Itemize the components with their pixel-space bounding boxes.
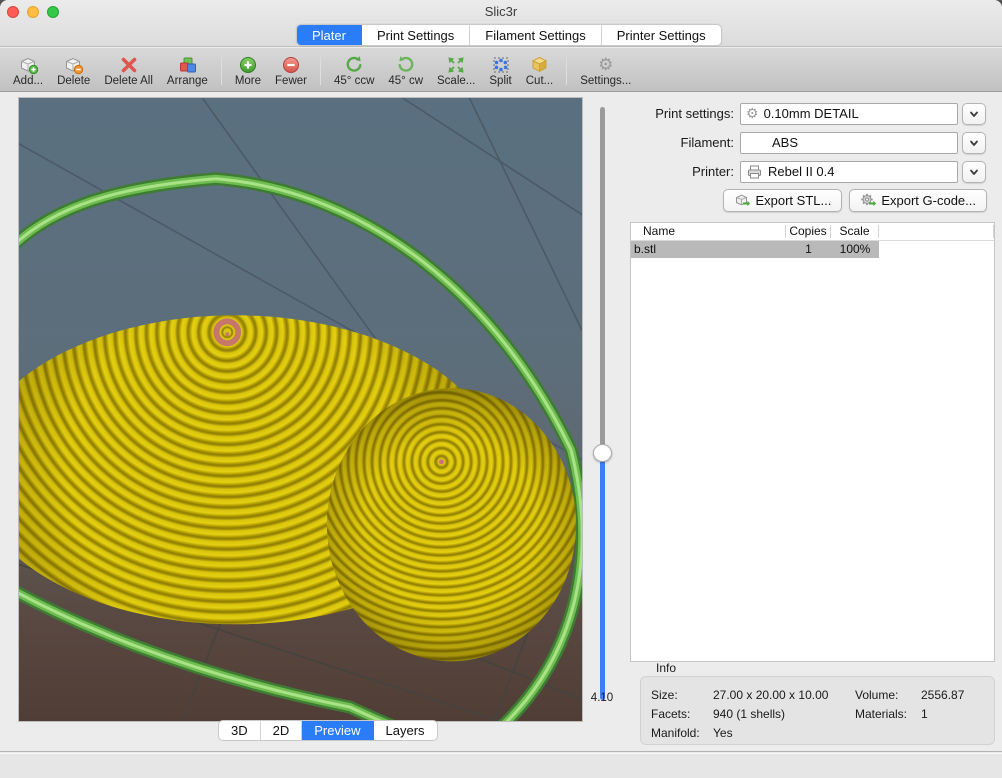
export-stl-button[interactable]: Export STL...	[723, 189, 842, 212]
dome-apex-highlight	[439, 459, 444, 464]
info-box: Size: 27.00 x 20.00 x 10.00 Volume: 2556…	[640, 676, 995, 745]
toolbar-separator	[320, 57, 321, 85]
print-settings-dropdown-button[interactable]	[962, 103, 986, 125]
object-list[interactable]: Name Copies Scale b.stl 1 100%	[630, 222, 995, 662]
minus-circle-icon	[281, 54, 301, 75]
volume-label: Volume:	[855, 688, 921, 702]
volume-value: 2556.87	[921, 688, 994, 702]
filament-dropdown-button[interactable]	[962, 132, 986, 154]
info-section-title: Info	[656, 661, 676, 675]
table-row[interactable]: b.stl 1 100%	[631, 241, 994, 258]
viewport-3d-scene[interactable]	[19, 98, 582, 721]
print-settings-label: Print settings:	[630, 106, 740, 121]
titlebar: Slic3r Plater Print Settings Filament Se…	[0, 0, 1002, 47]
printer-label: Printer:	[630, 164, 740, 179]
chevron-down-icon	[967, 107, 981, 121]
materials-value: 1	[921, 707, 994, 721]
size-label: Size:	[651, 688, 713, 702]
manifold-label: Manifold:	[651, 726, 713, 740]
scale-button[interactable]: Scale...	[430, 54, 482, 88]
split-button[interactable]: Split	[482, 54, 518, 88]
box-remove-icon	[63, 54, 84, 75]
window-title: Slic3r	[0, 4, 1002, 19]
scale-arrows-icon	[446, 54, 466, 75]
printer-dropdown-button[interactable]	[962, 161, 986, 183]
rotate-ccw-icon	[344, 54, 364, 75]
column-header-scale[interactable]: Scale	[831, 225, 879, 238]
printer-select[interactable]: Rebel II 0.4	[740, 161, 958, 183]
filament-label: Filament:	[630, 135, 740, 150]
chevron-down-icon	[967, 165, 981, 179]
column-header-name[interactable]: Name	[631, 225, 786, 238]
chevron-down-icon	[967, 136, 981, 150]
delete-all-button[interactable]: Delete All	[97, 54, 160, 88]
gear-icon: ⚙	[746, 105, 759, 122]
rotate-cw-button[interactable]: 45° cw	[381, 54, 430, 88]
layer-slider-track-upper[interactable]	[600, 107, 605, 453]
right-panel: Print settings: ⚙ 0.10mm DETAIL Filament…	[630, 92, 995, 752]
tab-filament-settings[interactable]: Filament Settings	[470, 25, 601, 45]
gold-cube-icon	[529, 54, 550, 75]
status-bar	[0, 753, 1002, 778]
view-tab-preview[interactable]: Preview	[302, 721, 373, 740]
model-small-dome[interactable]	[327, 388, 576, 661]
arrange-button[interactable]: Arrange	[160, 54, 215, 88]
column-header-copies[interactable]: Copies	[786, 225, 831, 238]
materials-label: Materials:	[855, 707, 921, 721]
tab-printer-settings[interactable]: Printer Settings	[602, 25, 721, 45]
object-list-header: Name Copies Scale	[631, 223, 994, 241]
main-content: 4.10 3D 2D Preview Layers Print settings…	[0, 92, 1002, 752]
box-export-icon	[734, 193, 750, 208]
plus-circle-icon	[238, 54, 258, 75]
split-dots-icon	[491, 54, 511, 75]
tab-plater[interactable]: Plater	[297, 25, 362, 45]
layer-slider-track-lower[interactable]	[600, 453, 605, 700]
toolbar-separator	[221, 57, 222, 85]
settings-button[interactable]: ⚙ Settings...	[573, 54, 638, 88]
printer-icon	[746, 164, 763, 180]
facets-label: Facets:	[651, 707, 713, 721]
red-x-icon	[119, 54, 139, 75]
gear-export-icon	[860, 193, 876, 208]
more-button[interactable]: More	[228, 54, 268, 88]
view-tab-3d[interactable]: 3D	[219, 721, 261, 740]
print-settings-select[interactable]: ⚙ 0.10mm DETAIL	[740, 103, 958, 125]
slic3r-window: Slic3r Plater Print Settings Filament Se…	[0, 0, 1002, 778]
layer-slider-value: 4.10	[582, 692, 622, 704]
gear-icon: ⚙	[598, 54, 613, 75]
facets-value: 940 (1 shells)	[713, 707, 855, 721]
export-gcode-button[interactable]: Export G-code...	[849, 189, 987, 212]
tab-print-settings[interactable]: Print Settings	[362, 25, 470, 45]
view-tab-layers[interactable]: Layers	[374, 721, 437, 740]
viewport-3d[interactable]	[18, 97, 583, 722]
cubes-icon	[177, 54, 198, 75]
filament-select[interactable]: ABS	[740, 132, 958, 154]
view-mode-tabbar: 3D 2D Preview Layers	[218, 720, 438, 741]
main-tabbar: Plater Print Settings Filament Settings …	[296, 24, 722, 46]
box-add-icon	[18, 54, 39, 75]
view-tab-2d[interactable]: 2D	[261, 721, 303, 740]
cut-button[interactable]: Cut...	[519, 54, 560, 88]
layer-slider-thumb[interactable]	[593, 444, 612, 462]
rotate-cw-icon	[396, 54, 416, 75]
size-value: 27.00 x 20.00 x 10.00	[713, 688, 855, 702]
rotate-ccw-button[interactable]: 45° ccw	[327, 54, 381, 88]
delete-button[interactable]: Delete	[50, 54, 97, 88]
fewer-button[interactable]: Fewer	[268, 54, 314, 88]
manifold-value: Yes	[713, 726, 855, 740]
add-button[interactable]: Add...	[6, 54, 50, 88]
toolbar-separator	[566, 57, 567, 85]
toolbar: Add... Delete Delete All Arrange M	[0, 48, 1002, 92]
